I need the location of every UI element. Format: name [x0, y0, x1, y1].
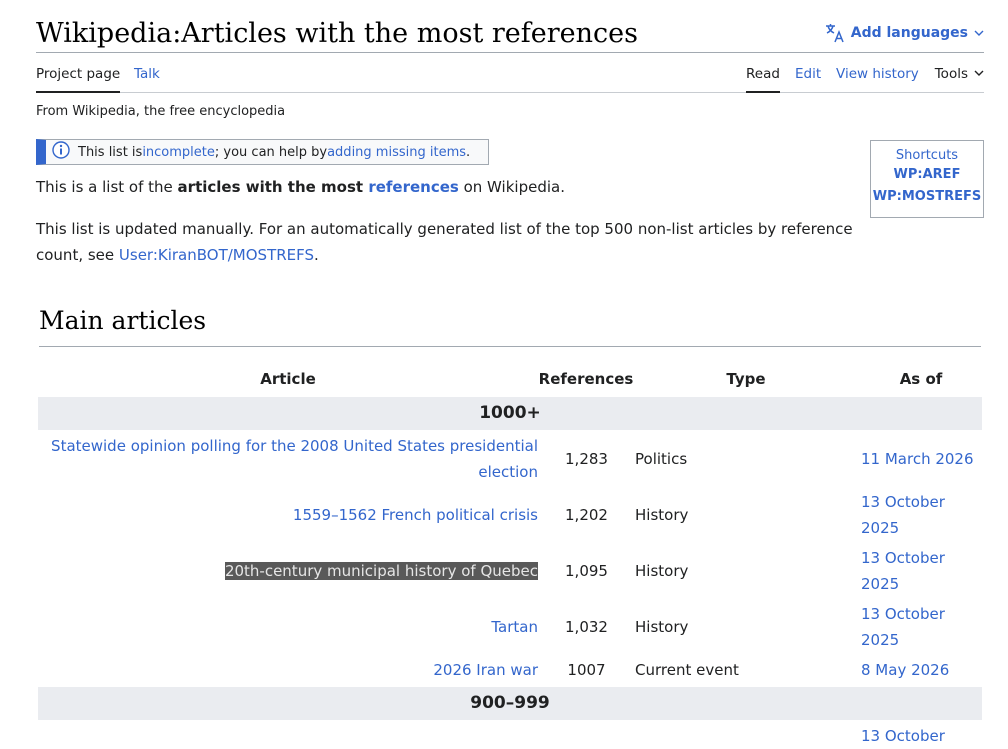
column-header-references[interactable]: References [536, 370, 636, 388]
article-link[interactable]: Statewide opinion polling for the 2008 U… [51, 437, 538, 481]
references-count: 1,202 [565, 506, 608, 524]
intro-paragraph-1: This is a list of the articles with the … [36, 174, 565, 200]
article-type: History [635, 562, 689, 580]
incomplete-list-notice: This list is incomplete; you can help by… [36, 139, 489, 165]
section-heading-main-articles: Main articles [39, 302, 981, 347]
column-header-type[interactable]: Type [696, 370, 796, 388]
intro-text: on Wikipedia. [458, 178, 565, 196]
shortcut-aref-link[interactable]: WP:AREF [871, 164, 983, 186]
title-namespace: Wikipedia [36, 18, 173, 49]
table-header: Article References Type As of [38, 364, 982, 397]
as-of-date-link[interactable]: 8 May 2026 [861, 661, 949, 679]
as-of-date-link[interactable]: 13 October [861, 727, 945, 745]
page-tabs: Project page Talk Read Edit View history… [36, 53, 984, 93]
intro-text: . [314, 246, 319, 264]
articles-table: Article References Type As of 1000+ Stat… [38, 364, 982, 745]
references-count: 1,095 [565, 562, 608, 580]
table-row: Statewide opinion polling for the 2008 U… [38, 430, 982, 486]
title-separator: : [172, 18, 182, 49]
article-type: Current event [635, 661, 739, 679]
title-row: Wikipedia:Articles with the most referen… [36, 14, 984, 53]
article-link[interactable]: 2026 Iran war [433, 661, 538, 679]
table-row: 13 October [38, 720, 982, 745]
title-main: Articles with the most references [181, 18, 638, 49]
tools-menu[interactable]: Tools [935, 65, 984, 83]
references-count: 1,032 [565, 618, 608, 636]
table-row: 1559–1562 French political crisis 1,202 … [38, 486, 982, 542]
article-link[interactable]: Tartan [491, 618, 538, 636]
chevron-down-icon [974, 65, 984, 83]
as-of-date-link[interactable]: 13 October 2025 [861, 493, 945, 537]
tab-view-history[interactable]: View history [836, 65, 919, 83]
intro-text: This is a list of the [36, 178, 178, 196]
page-title: Wikipedia:Articles with the most referen… [36, 16, 638, 52]
notice-text: . [466, 144, 471, 160]
shortcuts-title-link[interactable]: Shortcuts [871, 148, 983, 164]
kiranbot-mostrefs-link[interactable]: User:KiranBOT/MOSTREFS [119, 246, 314, 264]
references-link[interactable]: references [368, 178, 459, 196]
article-type: Politics [635, 450, 688, 468]
site-tagline: From Wikipedia, the free encyclopedia [36, 104, 286, 119]
shortcut-mostrefs-link[interactable]: WP:MOSTREFS [871, 186, 983, 208]
column-header-article[interactable]: Article [38, 370, 538, 388]
translate-icon [825, 23, 845, 43]
group-row-1000-plus: 1000+ [38, 397, 982, 430]
as-of-date-link[interactable]: 11 March 2026 [861, 450, 974, 468]
adding-missing-items-link[interactable]: adding missing items [327, 145, 466, 160]
table-row: Tartan 1,032 History 13 October 2025 [38, 598, 982, 654]
intro-bold-text: articles with the most [177, 178, 369, 196]
tab-edit[interactable]: Edit [795, 65, 821, 83]
tab-read[interactable]: Read [746, 65, 780, 93]
chevron-down-icon [974, 28, 984, 38]
as-of-date-link[interactable]: 13 October 2025 [861, 549, 945, 593]
tab-talk[interactable]: Talk [134, 65, 160, 83]
tab-project-page[interactable]: Project page [36, 65, 121, 93]
table-row: 2026 Iran war 1007 Current event 8 May 2… [38, 654, 982, 687]
article-link-selected[interactable]: 20th-century municipal history of Quebec [224, 562, 538, 580]
article-link[interactable]: 1559–1562 French political crisis [293, 506, 538, 524]
article-type: History [635, 618, 689, 636]
shortcuts-box: Shortcuts WP:AREF WP:MOSTREFS [870, 140, 984, 218]
tools-label: Tools [934, 66, 968, 82]
intro-paragraph-2: This list is updated manually. For an au… [36, 216, 856, 268]
notice-text: ; you can help by [214, 144, 328, 160]
add-languages-label: Add languages [850, 25, 968, 41]
info-icon [52, 141, 70, 163]
column-header-as-of[interactable]: As of [871, 370, 971, 388]
references-count: 1,283 [565, 450, 608, 468]
incomplete-link[interactable]: incomplete [142, 145, 215, 160]
group-row-900-999: 900–999 [38, 687, 982, 720]
add-languages-button[interactable]: Add languages [825, 23, 984, 43]
article-type: History [635, 506, 689, 524]
as-of-date-link[interactable]: 13 October 2025 [861, 605, 945, 649]
notice-text: This list is [78, 144, 143, 160]
references-count: 1007 [567, 661, 606, 679]
table-row: 20th-century municipal history of Quebec… [38, 542, 982, 598]
